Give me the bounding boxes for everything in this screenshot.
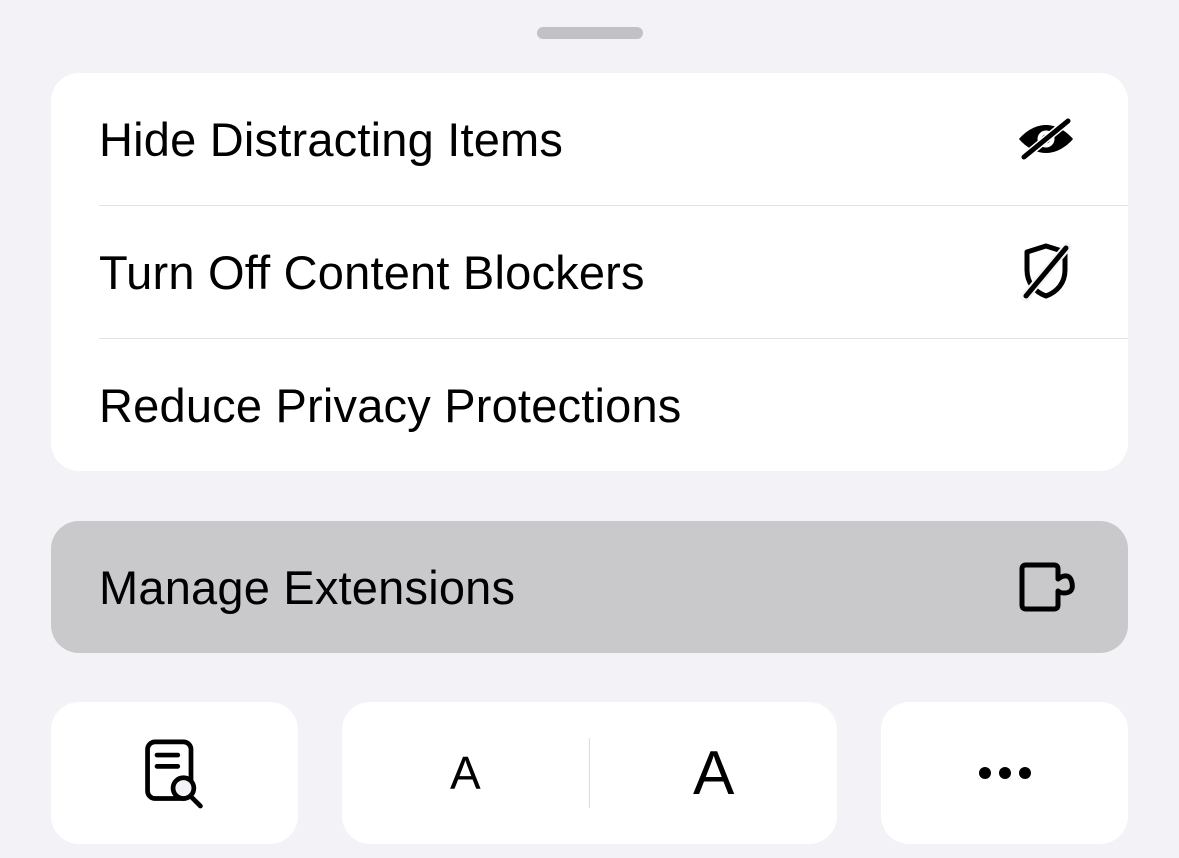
puzzle-icon (1012, 553, 1080, 621)
text-size-control: A A (342, 702, 838, 844)
reader-button[interactable] (51, 702, 298, 844)
sheet-grabber[interactable] (537, 27, 643, 39)
reader-search-icon (140, 739, 208, 807)
ellipsis-icon (971, 739, 1039, 807)
large-a-glyph: A (693, 738, 734, 809)
list-item-label: Hide Distracting Items (99, 112, 563, 167)
shield-slash-icon (1012, 238, 1080, 306)
reduce-privacy-protections-row[interactable]: Reduce Privacy Protections (51, 339, 1128, 471)
list-item-label: Reduce Privacy Protections (99, 378, 682, 433)
bottom-toolbar: A A (51, 702, 1128, 844)
manage-extensions-row[interactable]: Manage Extensions (51, 521, 1128, 653)
more-button[interactable] (881, 702, 1128, 844)
action-sheet: Hide Distracting Items Turn Off Content … (11, 5, 1168, 858)
menu-group-page-settings: Hide Distracting Items Turn Off Content … (51, 73, 1128, 471)
text-size-increase-button[interactable]: A (590, 738, 837, 809)
hide-distracting-items-row[interactable]: Hide Distracting Items (51, 73, 1128, 205)
list-item-label: Turn Off Content Blockers (99, 245, 645, 300)
text-size-decrease-button[interactable]: A (342, 746, 589, 800)
turn-off-content-blockers-row[interactable]: Turn Off Content Blockers (51, 206, 1128, 338)
small-a-glyph: A (450, 746, 481, 800)
list-item-label: Manage Extensions (99, 560, 515, 615)
menu-group-extensions: Manage Extensions (51, 521, 1128, 653)
eye-slash-icon (1012, 105, 1080, 173)
